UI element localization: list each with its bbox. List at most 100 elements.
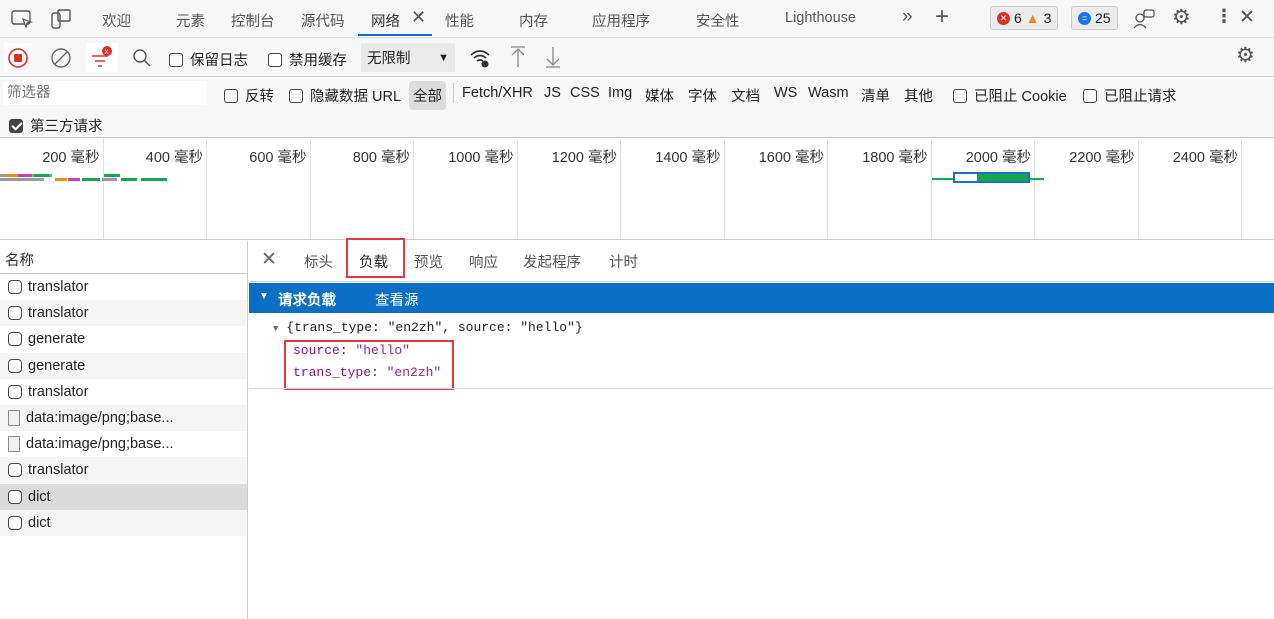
image-file-icon [8, 436, 20, 453]
checkbox[interactable] [289, 88, 303, 103]
type-filter-ws[interactable]: WS [774, 85, 797, 101]
tab-memory[interactable]: 内存 [519, 10, 548, 31]
checkbox[interactable] [953, 88, 967, 103]
add-tab-icon[interactable]: + [935, 3, 949, 31]
request-row[interactable]: data:image/png;base... [0, 404, 247, 432]
request-row[interactable]: translator [0, 457, 247, 484]
more-tabs-icon[interactable]: » [902, 6, 913, 28]
checkbox[interactable] [224, 88, 238, 103]
active-tab-indicator [358, 34, 432, 36]
request-row[interactable]: generate [0, 326, 247, 352]
timeline-tick-label: 2000 毫秒 [965, 150, 1031, 166]
request-row[interactable]: dict [0, 483, 247, 510]
timeline-tick-label: 800 毫秒 [352, 150, 410, 166]
overview-timeline[interactable]: 200 毫秒 400 毫秒 600 毫秒 800 毫秒 1000 毫秒 1200 毫秒 14… [0, 139, 1274, 240]
checkbox[interactable] [1083, 88, 1097, 103]
waterfall-bar [68, 178, 80, 181]
request-row[interactable]: translator [0, 379, 247, 405]
tab-welcome[interactable]: 欢迎 [102, 10, 131, 31]
warning-icon: ▲ [1025, 10, 1040, 26]
label: 已阻止请求 [1104, 89, 1177, 105]
timeline-tick-label: 1600 毫秒 [758, 150, 824, 166]
tab-headers[interactable]: 标头 [304, 251, 333, 272]
expand-triangle-icon[interactable]: ▼ [273, 324, 278, 334]
type-filter-img[interactable]: Img [608, 85, 632, 101]
devtools-tab-bar: 欢迎 元素 控制台 源代码 网络 ✕ 性能 内存 应用程序 安全性 Lighth… [0, 0, 1274, 38]
timeline-tick-label: 1800 毫秒 [862, 150, 928, 166]
payload-summary[interactable]: ▼ {trans_type: "en2zh", source: "hello"} [273, 320, 583, 335]
type-filter-font[interactable]: 字体 [688, 85, 717, 106]
messages-badge[interactable]: = 25 [1071, 6, 1118, 30]
view-source-link[interactable]: 查看源 [375, 289, 419, 310]
type-filter-fetch-xhr[interactable]: Fetch/XHR [462, 85, 533, 101]
collapse-triangle-icon[interactable]: ▼ [259, 291, 269, 302]
type-filter-doc[interactable]: 文档 [731, 85, 760, 106]
error-icon: ✕ [997, 11, 1010, 25]
type-filter-css[interactable]: CSS [570, 85, 600, 101]
invert-checkbox[interactable]: 反转 [224, 85, 274, 106]
tab-security[interactable]: 安全性 [696, 10, 740, 31]
name-column-header[interactable]: 名称 [0, 241, 247, 274]
filter-input[interactable] [3, 81, 207, 105]
type-filter-js[interactable]: JS [544, 85, 561, 101]
error-count: 6 [1014, 10, 1022, 26]
request-row[interactable]: translator [0, 274, 247, 300]
settings-icon[interactable]: ⚙ [1172, 5, 1191, 30]
request-row[interactable]: translator [0, 300, 247, 327]
tab-performance[interactable]: 性能 [445, 10, 474, 31]
tab-lighthouse[interactable]: Lighthouse [785, 10, 856, 26]
disable-cache-checkbox[interactable]: 禁用缓存 [268, 49, 347, 70]
record-button[interactable] [4, 43, 32, 72]
throttling-select[interactable]: 无限制 ▼ [361, 43, 455, 72]
close-tab-icon[interactable]: ✕ [411, 7, 426, 28]
tab-console[interactable]: 控制台 [231, 10, 275, 31]
request-checkbox-icon [8, 489, 22, 504]
type-filter-other[interactable]: 其他 [904, 85, 933, 106]
tab-sources[interactable]: 源代码 [301, 10, 345, 31]
timeline-tick-label: 2400 毫秒 [1172, 150, 1238, 166]
checkbox[interactable] [268, 52, 282, 67]
import-har-icon[interactable] [508, 45, 528, 69]
label: 禁用缓存 [289, 53, 347, 69]
type-filter-all[interactable]: 全部 [409, 81, 446, 110]
request-row[interactable]: generate [0, 352, 247, 379]
issues-badge[interactable]: ✕ 6 ▲ 3 [990, 6, 1059, 30]
clear-icon[interactable] [50, 47, 72, 69]
tab-elements[interactable]: 元素 [176, 10, 205, 31]
tab-timing[interactable]: 计时 [609, 251, 638, 272]
search-icon[interactable] [131, 47, 153, 69]
type-filter-media[interactable]: 媒体 [645, 85, 674, 106]
third-party-checkbox[interactable]: 第三方请求 [9, 115, 103, 136]
checkbox[interactable] [169, 52, 183, 67]
export-har-icon[interactable] [543, 45, 563, 69]
tab-network[interactable]: 网络 [371, 10, 400, 31]
close-devtools-icon[interactable]: ✕ [1239, 6, 1255, 29]
preserve-log-checkbox[interactable]: 保留日志 [169, 49, 248, 70]
close-details-icon[interactable]: ✕ [261, 248, 277, 271]
blocked-requests-checkbox[interactable]: 已阻止请求 [1083, 85, 1177, 106]
tab-response[interactable]: 响应 [469, 251, 498, 272]
feedback-icon[interactable] [1132, 8, 1156, 30]
request-checkbox-icon [8, 306, 22, 321]
checkbox[interactable] [9, 118, 23, 133]
hide-data-urls-checkbox[interactable]: 隐藏数据 URL [289, 85, 401, 106]
label: 隐藏数据 URL [310, 89, 402, 105]
tab-preview[interactable]: 预览 [414, 251, 443, 272]
request-row[interactable]: dict [0, 509, 247, 536]
label: 第三方请求 [30, 119, 103, 135]
type-filter-wasm[interactable]: Wasm [808, 85, 849, 101]
blocked-cookies-checkbox[interactable]: 已阻止 Cookie [953, 85, 1067, 106]
type-filter-manifest[interactable]: 清单 [861, 85, 890, 106]
request-row[interactable]: data:image/png;base... [0, 431, 247, 457]
filter-toggle-button[interactable]: x [86, 43, 118, 72]
tab-initiator[interactable]: 发起程序 [523, 251, 581, 272]
inspect-icon[interactable] [11, 9, 33, 29]
network-settings-icon[interactable]: ⚙ [1236, 43, 1255, 68]
request-payload-section-header[interactable]: ▼ 请求负载 查看源 [249, 283, 1274, 313]
timeline-tick-label: 200 毫秒 [42, 150, 100, 166]
network-conditions-icon[interactable] [468, 47, 492, 69]
device-icon[interactable] [50, 8, 72, 30]
request-checkbox-icon [8, 515, 22, 530]
kebab-menu-icon[interactable]: ⋮ [1215, 6, 1233, 27]
tab-application[interactable]: 应用程序 [592, 10, 650, 31]
